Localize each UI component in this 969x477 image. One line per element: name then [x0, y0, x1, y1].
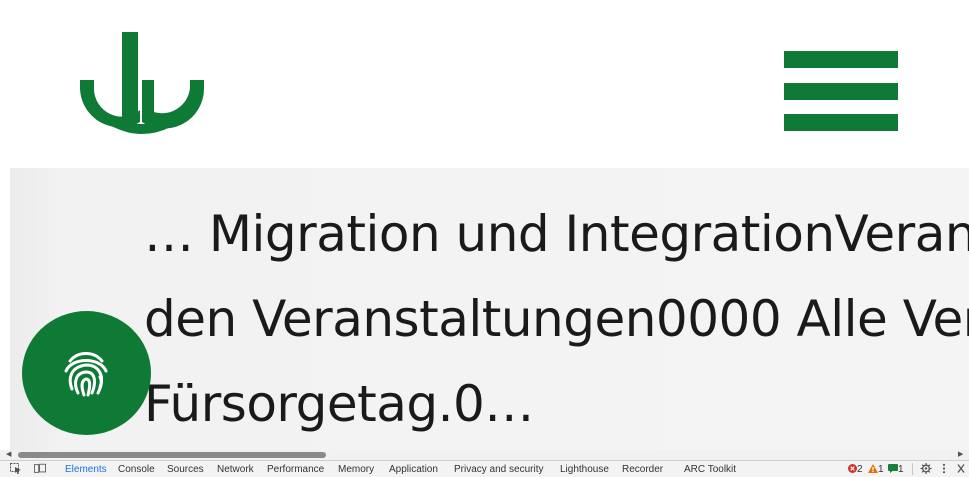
toolbar-divider [912, 463, 913, 475]
info-count[interactable]: 1 [888, 463, 904, 476]
info-count-value: 1 [898, 464, 904, 475]
warning-count-value: 1 [878, 464, 884, 475]
fingerprint-button[interactable] [22, 311, 151, 435]
tab-application[interactable]: Application [389, 463, 438, 476]
page: … Migration und IntegrationVeranst den V… [0, 0, 969, 477]
dv-logo-icon [80, 32, 205, 134]
site-header [0, 0, 969, 168]
tab-sources[interactable]: Sources [167, 463, 204, 476]
tab-lighthouse[interactable]: Lighthouse [560, 463, 609, 476]
tab-performance[interactable]: Performance [267, 463, 324, 476]
tab-recorder[interactable]: Recorder [622, 463, 663, 476]
tab-elements[interactable]: Elements [65, 463, 107, 476]
tab-arc-toolkit[interactable]: ARC Toolkit [684, 463, 736, 476]
devtools-toolbar: Elements Console Sources Network Perform… [0, 460, 969, 477]
error-count[interactable]: 2 [848, 463, 863, 476]
hero-banner: … Migration und IntegrationVeranst den V… [10, 168, 969, 450]
menu-bar-icon [784, 114, 898, 131]
hamburger-menu-button[interactable] [784, 51, 898, 131]
info-message-icon [888, 464, 898, 473]
hero-line-1: … Migration und IntegrationVeranst [144, 205, 969, 263]
settings-gear-icon[interactable] [920, 463, 932, 474]
more-options-icon[interactable] [941, 463, 947, 474]
device-toolbar-icon[interactable] [34, 463, 46, 474]
scroll-left-arrow-icon[interactable]: ◀ [6, 450, 11, 460]
scroll-right-arrow-icon[interactable]: ▶ [958, 450, 963, 460]
menu-bar-icon [784, 51, 898, 68]
dv-logo[interactable] [78, 32, 206, 146]
tab-privacy-and-security[interactable]: Privacy and security [454, 463, 543, 476]
hero-text: … Migration und IntegrationVeranst den V… [144, 192, 969, 447]
error-count-value: 2 [857, 464, 863, 475]
tab-memory[interactable]: Memory [338, 463, 374, 476]
horizontal-scrollbar[interactable]: ◀ ▶ [0, 450, 969, 460]
warning-count[interactable]: 1 [868, 463, 884, 476]
warning-icon [868, 464, 878, 473]
close-devtools-icon[interactable] [957, 463, 965, 474]
hero-line-2: den Veranstaltungen0000 Alle Veran [144, 290, 969, 348]
tab-network[interactable]: Network [217, 463, 254, 476]
inspect-element-icon[interactable] [10, 463, 22, 474]
menu-bar-icon [784, 83, 898, 100]
hero-line-3: Fürsorgetag.0… [144, 375, 534, 433]
tab-console[interactable]: Console [118, 463, 155, 476]
scrollbar-thumb[interactable] [18, 452, 326, 458]
error-icon [848, 464, 857, 473]
fingerprint-icon [64, 352, 108, 397]
